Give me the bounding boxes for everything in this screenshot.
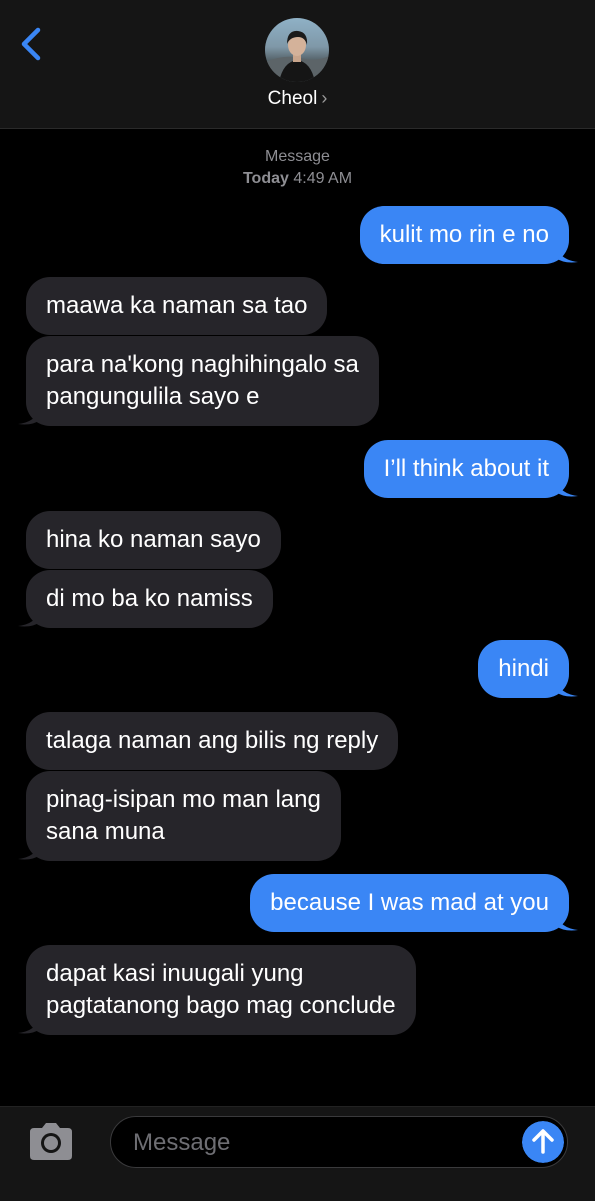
message-text: hindi	[498, 655, 549, 682]
message-bubble-incoming[interactable]: dapat kasi inuugali yung pagtatanong bag…	[26, 945, 416, 1035]
bubble-tail	[556, 914, 578, 931]
bubble-tail	[556, 246, 578, 263]
contact-name-row[interactable]: Cheol ›	[0, 88, 595, 110]
message-text: hina ko naman sayo	[46, 526, 261, 553]
message-bubble-outgoing[interactable]: I’ll think about it	[363, 440, 569, 498]
message-text: because I was mad at you	[270, 889, 549, 916]
camera-icon[interactable]	[24, 1120, 78, 1164]
bubble-tail	[556, 480, 578, 497]
message-text: di mo ba ko namiss	[46, 585, 253, 612]
message-text-line: pangungulila sayo e	[46, 383, 260, 410]
message-text-line: dapat kasi inuugali yung	[46, 960, 304, 987]
service-label: Message	[265, 148, 330, 165]
message-text: I’ll think about it	[383, 455, 549, 482]
message-bubble-incoming[interactable]: hina ko naman sayo	[26, 511, 281, 569]
bubble-tail	[18, 610, 40, 627]
message-bubble-incoming[interactable]: para na'kong naghihingalo sa pangungulil…	[26, 336, 379, 426]
bubble-tail	[18, 408, 40, 425]
message-bubble-incoming[interactable]: pinag-isipan mo man lang sana muna	[26, 771, 341, 861]
message-text: talaga naman ang bilis ng reply	[46, 727, 379, 754]
message-bubble-incoming[interactable]: maawa ka naman sa tao	[26, 277, 328, 335]
bubble-tail	[556, 680, 578, 697]
message-field[interactable]	[110, 1116, 568, 1168]
avatar[interactable]	[265, 18, 329, 82]
message-text-line: pagtatanong bago mag conclude	[46, 992, 396, 1019]
message-text: maawa ka naman sa tao	[46, 292, 308, 319]
message-text: kulit mo rin e no	[379, 221, 549, 248]
chevron-right-icon: ›	[321, 88, 328, 108]
message-text-line: para na'kong naghihingalo sa	[46, 351, 359, 378]
message-input[interactable]	[131, 1125, 515, 1161]
arrow-up-icon[interactable]	[522, 1121, 564, 1163]
contact-name: Cheol	[267, 88, 318, 109]
message-text-line: sana muna	[46, 818, 165, 845]
message-bubble-outgoing[interactable]: because I was mad at you	[250, 874, 569, 932]
contact-photo	[265, 30, 329, 82]
thread-timestamp: Today 4:49 AM	[0, 170, 595, 188]
bubble-tail	[18, 843, 40, 860]
thread-service-label: Message	[0, 148, 595, 166]
message-bubble-incoming[interactable]: di mo ba ko namiss	[26, 570, 273, 628]
message-bubble-incoming[interactable]: talaga naman ang bilis ng reply	[26, 712, 399, 770]
timestamp-day: Today	[242, 170, 289, 187]
timestamp-time: 4:49 AM	[293, 170, 353, 187]
bubble-tail	[18, 1017, 40, 1034]
conversation-header: Cheol ›	[0, 0, 595, 129]
message-bubble-outgoing[interactable]: kulit mo rin e no	[359, 206, 569, 264]
chevron-left-icon[interactable]	[14, 24, 50, 64]
message-text-line: pinag-isipan mo man lang	[46, 786, 321, 813]
